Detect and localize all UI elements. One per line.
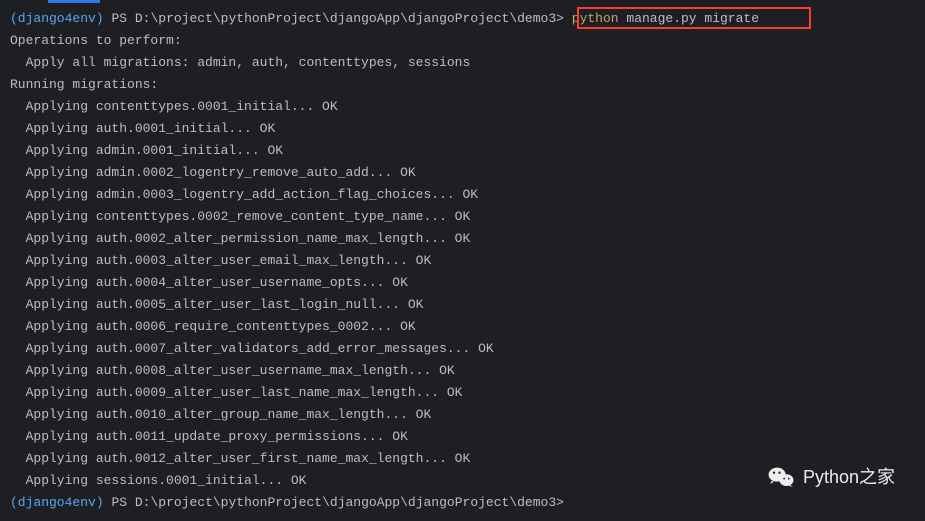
shell-name: PS	[111, 11, 127, 26]
prompt-caret: >	[556, 495, 564, 510]
output-line: Applying auth.0006_require_contenttypes_…	[10, 316, 915, 338]
output-line: Applying contenttypes.0002_remove_conten…	[10, 206, 915, 228]
shell-name: PS	[111, 495, 127, 510]
output-line: Applying auth.0004_alter_user_username_o…	[10, 272, 915, 294]
venv-name: (django4env)	[10, 11, 104, 26]
active-tab-indicator	[48, 0, 100, 3]
output-line: Applying auth.0002_alter_permission_name…	[10, 228, 915, 250]
terminal-output: Operations to perform: Apply all migrati…	[10, 30, 915, 492]
output-line: Running migrations:	[10, 74, 915, 96]
prompt-caret: >	[556, 11, 564, 26]
output-line: Applying auth.0005_alter_user_last_login…	[10, 294, 915, 316]
output-line: Applying auth.0008_alter_user_username_m…	[10, 360, 915, 382]
cwd-path: D:\project\pythonProject\djangoApp\djang…	[135, 495, 556, 510]
wechat-icon	[767, 463, 795, 491]
watermark: Python之家	[767, 463, 895, 491]
output-line: Applying auth.0009_alter_user_last_name_…	[10, 382, 915, 404]
output-line: Applying admin.0002_logentry_remove_auto…	[10, 162, 915, 184]
output-line: Applying admin.0003_logentry_add_action_…	[10, 184, 915, 206]
venv-name: (django4env)	[10, 495, 104, 510]
terminal-pane[interactable]: (django4env) PS D:\project\pythonProject…	[0, 0, 925, 521]
output-line: Applying auth.0003_alter_user_email_max_…	[10, 250, 915, 272]
output-line: Applying auth.0011_update_proxy_permissi…	[10, 426, 915, 448]
output-line: Applying auth.0001_initial... OK	[10, 118, 915, 140]
output-line: Operations to perform:	[10, 30, 915, 52]
output-line: Applying admin.0001_initial... OK	[10, 140, 915, 162]
output-line: Applying auth.0007_alter_validators_add_…	[10, 338, 915, 360]
output-line: Applying contenttypes.0001_initial... OK	[10, 96, 915, 118]
watermark-text: Python之家	[803, 466, 895, 488]
command-executable: python	[572, 11, 619, 26]
output-line: Apply all migrations: admin, auth, conte…	[10, 52, 915, 74]
output-line: Applying auth.0010_alter_group_name_max_…	[10, 404, 915, 426]
cwd-path: D:\project\pythonProject\djangoApp\djang…	[135, 11, 556, 26]
prompt-line-1: (django4env) PS D:\project\pythonProject…	[10, 8, 915, 30]
command-args: manage.py migrate	[626, 11, 759, 26]
prompt-line-2[interactable]: (django4env) PS D:\project\pythonProject…	[10, 492, 915, 514]
